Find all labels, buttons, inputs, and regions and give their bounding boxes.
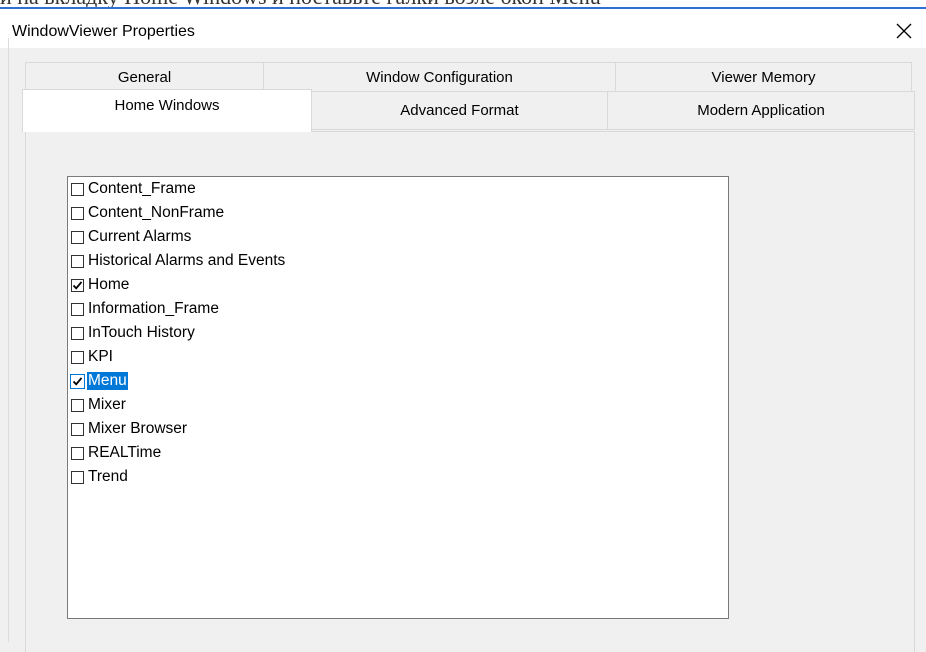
list-item-label: Mixer xyxy=(88,396,126,413)
checkbox[interactable] xyxy=(71,302,84,316)
checkbox[interactable] xyxy=(71,206,84,220)
list-item[interactable]: Trend xyxy=(71,465,129,489)
list-item[interactable]: Current Alarms xyxy=(71,225,192,249)
list-item[interactable]: REALTime xyxy=(71,441,162,465)
list-item-label: Menu xyxy=(87,372,128,390)
tab-home-windows[interactable]: Home Windows xyxy=(22,89,312,132)
checkbox[interactable] xyxy=(71,254,84,268)
tab-label: General xyxy=(117,69,172,86)
list-item-label: InTouch History xyxy=(88,324,195,341)
list-item[interactable]: Home xyxy=(71,273,130,297)
tab-advanced-format[interactable]: Advanced Format xyxy=(311,91,608,130)
close-icon xyxy=(896,23,912,39)
list-item[interactable]: Historical Alarms and Events xyxy=(71,249,286,273)
checkbox[interactable] xyxy=(71,422,84,436)
window-title: WindowViewer Properties xyxy=(12,23,195,40)
list-item[interactable]: KPI xyxy=(71,345,114,369)
checkbox[interactable] xyxy=(71,326,84,340)
checkbox[interactable] xyxy=(71,278,84,292)
list-item-label: Content_Frame xyxy=(88,180,196,197)
tab-general[interactable]: General xyxy=(25,62,264,92)
list-item-label: Home xyxy=(88,276,130,293)
checkbox[interactable] xyxy=(71,230,84,244)
tab-label: Window Configuration xyxy=(366,69,513,86)
list-item-label: Trend xyxy=(88,468,128,485)
checkbox[interactable] xyxy=(71,182,84,196)
tab-modern-application[interactable]: Modern Application xyxy=(607,91,915,130)
close-button[interactable] xyxy=(888,16,920,46)
list-item-label: Information_Frame xyxy=(88,300,219,317)
list-item[interactable]: Content_NonFrame xyxy=(71,201,225,225)
checkmark-icon xyxy=(72,280,83,290)
tab-label: Advanced Format xyxy=(400,102,519,119)
checkbox[interactable] xyxy=(70,373,85,389)
screenshot: и на вкладку Home Windows и поставьте га… xyxy=(0,0,926,652)
checkmark-icon xyxy=(72,376,83,386)
list-item[interactable]: Mixer Browser xyxy=(71,417,188,441)
tab-window-configuration[interactable]: Window Configuration xyxy=(263,62,616,92)
list-item-label: KPI xyxy=(88,348,113,365)
tab-label: Viewer Memory xyxy=(711,69,816,86)
checkbox[interactable] xyxy=(71,350,84,364)
title-bar[interactable]: WindowViewer Properties xyxy=(0,10,926,48)
list-item[interactable]: Content_Frame xyxy=(71,177,197,201)
list-item-label: Mixer Browser xyxy=(88,420,188,437)
checkbox[interactable] xyxy=(71,446,84,460)
tab-viewer-memory[interactable]: Viewer Memory xyxy=(615,62,912,92)
list-item[interactable]: Mixer xyxy=(71,393,127,417)
list-item-label: Current Alarms xyxy=(88,228,192,245)
window-left-edge xyxy=(8,38,9,642)
list-item[interactable]: InTouch History xyxy=(71,321,196,345)
home-windows-list[interactable]: Content_Frame Content_NonFrame Current Ala… xyxy=(67,176,729,619)
tab-label: Home Windows xyxy=(114,96,220,114)
checkbox[interactable] xyxy=(71,398,84,412)
list-item[interactable]: Information_Frame xyxy=(71,297,220,321)
checkbox[interactable] xyxy=(71,470,84,484)
list-item[interactable]: Menu xyxy=(70,369,128,393)
list-item-label: Content_NonFrame xyxy=(88,204,225,221)
list-item-label: Historical Alarms and Events xyxy=(88,252,286,269)
tab-label: Modern Application xyxy=(697,102,825,119)
caption-rule xyxy=(0,7,926,9)
list-item-label: REALTime xyxy=(88,444,162,461)
